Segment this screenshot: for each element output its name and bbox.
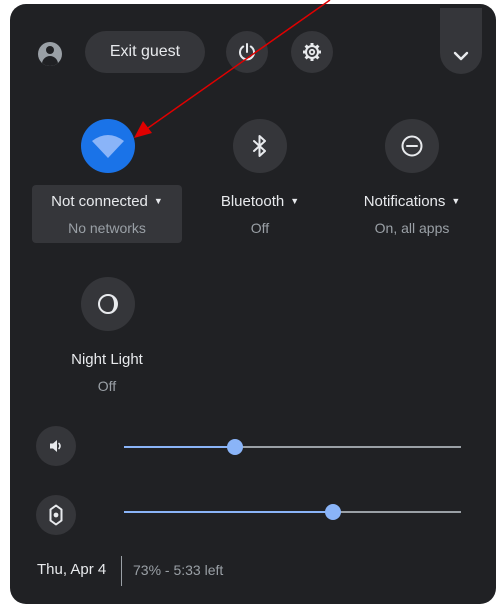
avatar-head bbox=[46, 46, 54, 54]
notifications-status: On, all apps bbox=[374, 220, 450, 236]
footer-divider bbox=[121, 556, 122, 586]
bluetooth-icon bbox=[253, 135, 266, 157]
brightness-icon bbox=[49, 504, 63, 526]
bluetooth-toggle-button[interactable] bbox=[233, 119, 287, 173]
volume-slider-fill bbox=[124, 446, 236, 448]
brightness-slider-fill bbox=[124, 511, 333, 513]
brightness-button[interactable] bbox=[36, 495, 76, 535]
power-button[interactable] bbox=[226, 31, 268, 73]
wifi-icon bbox=[92, 135, 124, 158]
date-label[interactable]: Thu, Apr 4 bbox=[37, 561, 106, 578]
network-label: Not connected bbox=[51, 193, 148, 210]
brightness-slider[interactable] bbox=[124, 504, 461, 520]
network-status: No networks bbox=[68, 220, 146, 236]
chevron-down-icon bbox=[453, 51, 469, 61]
network-label-row[interactable]: Not connected ▼ bbox=[32, 193, 182, 210]
volume-slider[interactable] bbox=[124, 439, 461, 455]
network-toggle-button[interactable] bbox=[81, 119, 135, 173]
bluetooth-dropdown-caret-icon: ▼ bbox=[290, 196, 300, 206]
guest-avatar-icon bbox=[38, 42, 62, 66]
screenshot-frame: Exit guest Not connected ▼ No networks B… bbox=[0, 0, 504, 607]
volume-mute-button[interactable] bbox=[36, 426, 76, 466]
night-light-status: Off bbox=[97, 378, 117, 394]
exit-guest-button[interactable]: Exit guest bbox=[85, 31, 205, 73]
battery-status[interactable]: 73% - 5:33 left bbox=[133, 562, 223, 578]
gear-icon bbox=[303, 43, 321, 61]
avatar-body bbox=[42, 56, 58, 66]
notifications-label-row[interactable]: Notifications ▼ bbox=[337, 193, 487, 210]
network-dropdown-caret-icon: ▼ bbox=[153, 196, 163, 206]
night-light-icon bbox=[98, 294, 118, 314]
power-icon bbox=[239, 43, 255, 61]
quick-settings-panel: Exit guest Not connected ▼ No networks B… bbox=[10, 4, 496, 604]
notifications-label: Notifications bbox=[363, 193, 446, 210]
do-not-disturb-icon bbox=[401, 135, 423, 157]
brightness-slider-thumb[interactable] bbox=[324, 504, 341, 520]
settings-button[interactable] bbox=[291, 31, 333, 73]
bluetooth-label-row[interactable]: Bluetooth ▼ bbox=[185, 193, 335, 210]
notifications-dropdown-caret-icon: ▼ bbox=[451, 196, 461, 206]
night-light-toggle-button[interactable] bbox=[81, 277, 135, 331]
collapse-button[interactable] bbox=[440, 8, 482, 74]
volume-slider-thumb[interactable] bbox=[227, 439, 244, 455]
notifications-toggle-button[interactable] bbox=[385, 119, 439, 173]
bluetooth-status: Off bbox=[250, 220, 270, 236]
bluetooth-label: Bluetooth bbox=[220, 193, 285, 210]
night-light-label[interactable]: Night Light bbox=[32, 351, 182, 368]
volume-icon bbox=[50, 440, 61, 452]
